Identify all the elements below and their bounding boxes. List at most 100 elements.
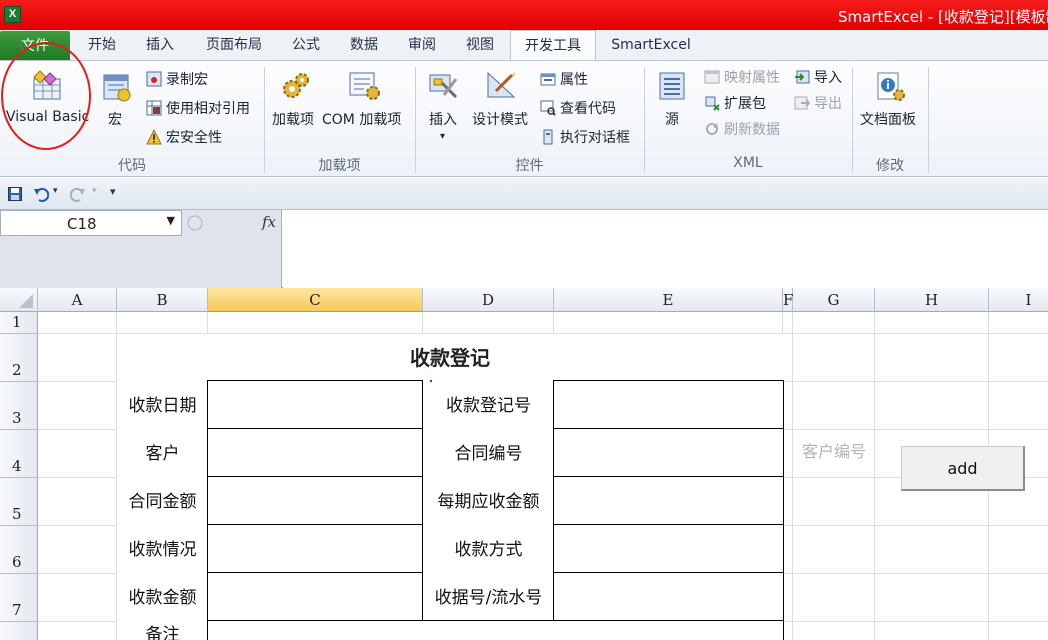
com-addins-button[interactable]: COM 加载项 [322, 109, 401, 129]
input-contract-number[interactable] [553, 428, 784, 477]
select-all-corner[interactable] [0, 288, 38, 312]
tab-file[interactable]: 文件 [0, 31, 70, 60]
label-registration-number: 收款登记号 [423, 382, 554, 430]
expansion-packs-button[interactable]: 扩展包 [704, 93, 766, 113]
properties-icon [540, 73, 556, 86]
row-header-4[interactable]: 4 [0, 430, 38, 478]
column-header-d[interactable]: D [423, 288, 554, 312]
document-panel-icon [877, 72, 905, 101]
expansion-packs-icon [705, 96, 720, 111]
view-code-icon [540, 100, 556, 116]
macros-button[interactable]: 宏 [108, 109, 122, 129]
visual-basic-button[interactable]: Visual Basic [6, 109, 89, 125]
properties-button[interactable]: 属性 [540, 69, 588, 89]
design-mode-button[interactable]: 设计模式 [472, 109, 528, 129]
insert-controls-icon [429, 74, 458, 99]
row-header-3[interactable]: 3 [0, 382, 38, 430]
title-bar: X SmartExcel - [收款登记][模板制 [0, 0, 1048, 30]
macro-security-button[interactable]: 宏安全性 [146, 127, 222, 147]
formula-button-area: fx [182, 210, 282, 288]
row-header-7[interactable]: 7 [0, 574, 38, 622]
row-header-2[interactable]: 2 [0, 334, 38, 382]
record-macro-button[interactable]: 录制宏 [146, 69, 208, 89]
expansion-packs-label: 扩展包 [724, 96, 766, 112]
select-all-icon [19, 294, 33, 308]
row-header-6[interactable]: 6 [0, 526, 38, 574]
column-header-a[interactable]: A [38, 288, 117, 312]
column-header-h[interactable]: H [875, 288, 989, 312]
column-header-e[interactable]: E [554, 288, 783, 312]
input-remarks[interactable] [207, 620, 784, 640]
sheet-title[interactable]: 收款登记 [117, 334, 783, 382]
input-payment-method[interactable] [553, 524, 784, 573]
label-payment-amount: 收款金额 [117, 574, 208, 622]
insert-function-icon[interactable]: fx [262, 213, 276, 231]
refresh-data-label: 刷新数据 [724, 122, 780, 138]
tab-developer[interactable]: 开发工具 [510, 30, 596, 61]
column-header-f[interactable]: F [783, 288, 793, 312]
run-dialog-icon [543, 129, 553, 145]
customize-toolbar-icon[interactable]: ▾ [110, 185, 116, 198]
red-mark [430, 380, 432, 382]
input-installment-amount[interactable] [553, 476, 784, 525]
addins-button[interactable]: 加载项 [272, 109, 314, 129]
gridline [792, 312, 793, 640]
tab-insert[interactable]: 插入 [136, 30, 184, 60]
addins-gear-icon [283, 73, 309, 98]
row-header-8[interactable] [0, 622, 38, 640]
xml-source-button[interactable]: 源 [665, 109, 679, 129]
save-icon[interactable] [8, 187, 22, 201]
row-header-5[interactable]: 5 [0, 478, 38, 526]
add-button[interactable]: add [901, 446, 1025, 491]
tab-review[interactable]: 审阅 [398, 30, 446, 60]
column-header-c[interactable]: C [208, 288, 423, 312]
quick-access-toolbar: ▾ ▾ ▾ [0, 178, 1048, 210]
expand-handle-icon[interactable] [186, 214, 204, 232]
map-properties-button[interactable]: 映射属性 [704, 67, 780, 87]
view-code-button[interactable]: 查看代码 [540, 98, 616, 118]
insert-dropdown-arrow-icon[interactable]: ▾ [440, 131, 445, 142]
group-label-addins: 加载项 [318, 158, 361, 174]
refresh-data-button[interactable]: 刷新数据 [704, 119, 780, 139]
xml-import-button[interactable]: 导入 [794, 67, 842, 87]
name-box-dropdown-icon[interactable]: ▼ [167, 214, 175, 227]
row-number: 4 [12, 457, 22, 475]
document-panel-button[interactable]: 文档面板 [860, 109, 916, 129]
input-payment-date[interactable] [207, 380, 423, 429]
use-relative-references-button[interactable]: 使用相对引用 [146, 98, 250, 118]
insert-controls-button[interactable]: 插入 [429, 109, 457, 129]
column-header-g[interactable]: G [793, 288, 875, 312]
input-payment-amount[interactable] [207, 572, 423, 621]
tab-data[interactable]: 数据 [340, 30, 388, 60]
column-header-i[interactable]: I [989, 288, 1048, 312]
formula-input[interactable] [283, 210, 1048, 288]
tab-formulas[interactable]: 公式 [282, 30, 330, 60]
input-registration-number[interactable] [553, 380, 784, 429]
redo-dropdown-arrow-icon[interactable]: ▾ [92, 186, 97, 196]
tab-view[interactable]: 视图 [456, 30, 504, 60]
view-code-label: 查看代码 [560, 101, 616, 117]
undo-dropdown-arrow-icon[interactable]: ▾ [53, 186, 58, 196]
label-receipt-number: 收据号/流水号 [423, 574, 554, 622]
excel-app-icon[interactable]: X [4, 6, 21, 23]
record-macro-icon [146, 71, 162, 87]
run-dialog-button[interactable]: 执行对话框 [540, 127, 630, 147]
row-header-1[interactable]: 1 [0, 312, 38, 334]
xml-import-label: 导入 [814, 70, 842, 86]
column-header-b[interactable]: B [117, 288, 208, 312]
tab-smartexcel[interactable]: SmartExcel [604, 30, 698, 60]
input-receipt-number[interactable] [553, 572, 784, 621]
com-addins-icon [349, 72, 380, 100]
formula-bar: C18 ▼ fx [0, 210, 1048, 288]
macro-security-label: 宏安全性 [166, 130, 222, 146]
redo-icon[interactable] [70, 186, 86, 202]
undo-icon[interactable] [33, 186, 49, 202]
tab-page-layout[interactable]: 页面布局 [196, 30, 272, 60]
input-payment-status[interactable] [207, 524, 423, 573]
name-box[interactable]: C18 ▼ [0, 210, 182, 236]
tab-home[interactable]: 开始 [78, 30, 126, 60]
row-number: 5 [12, 505, 22, 523]
xml-export-button[interactable]: 导出 [794, 93, 842, 113]
input-contract-amount[interactable] [207, 476, 423, 525]
input-customer[interactable] [207, 428, 423, 477]
